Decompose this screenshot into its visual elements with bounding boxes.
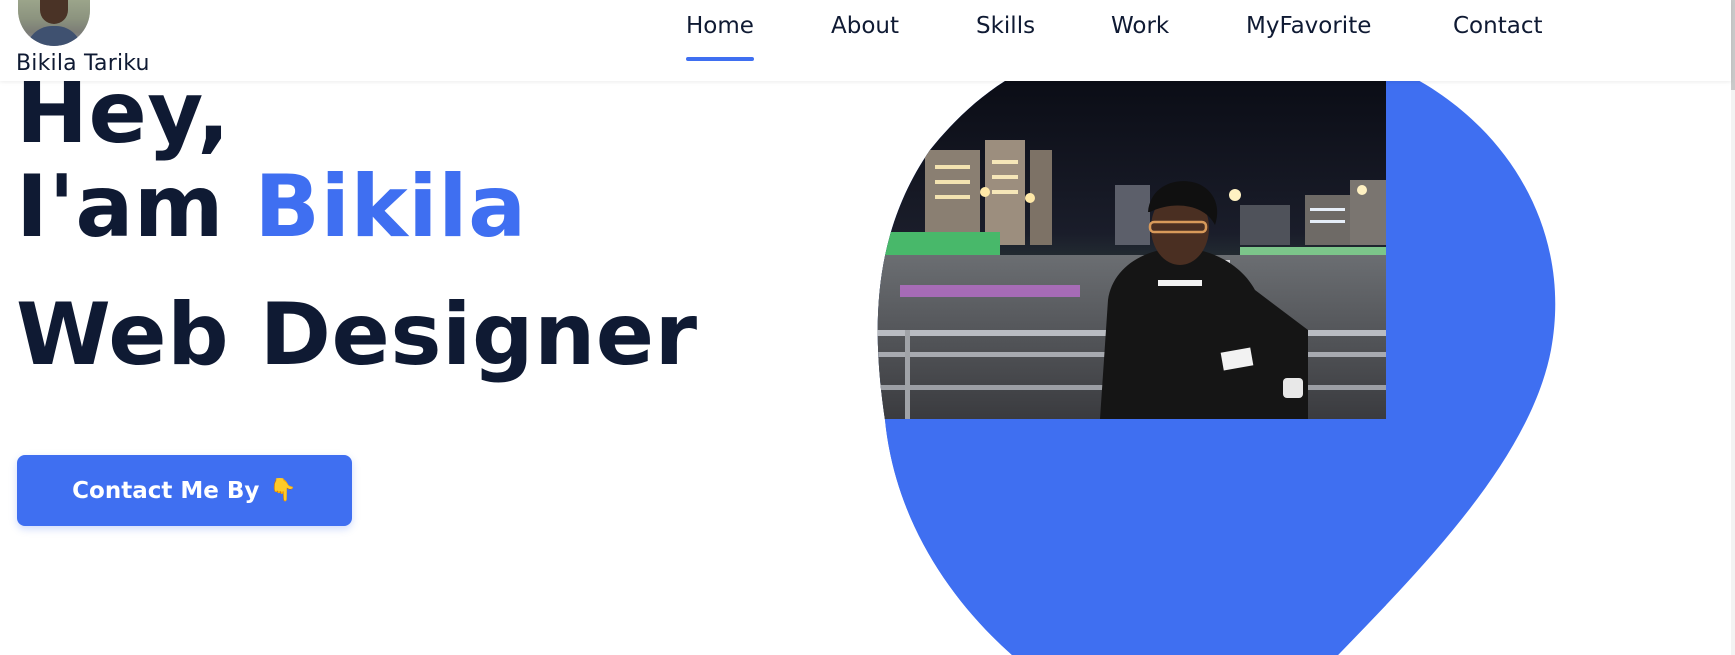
avatar bbox=[18, 0, 90, 46]
profile-photo bbox=[877, 81, 1386, 655]
hero-role: Web Designer bbox=[16, 285, 698, 385]
nav-item-about[interactable]: About bbox=[831, 13, 899, 49]
site-header: Bikila Tariku Home About Skills Work MyF… bbox=[0, 0, 1731, 81]
nav-item-skills[interactable]: Skills bbox=[976, 13, 1035, 49]
nav-item-work[interactable]: Work bbox=[1111, 13, 1169, 49]
hero-greeting: Hey, bbox=[16, 63, 231, 163]
nav-item-contact[interactable]: Contact bbox=[1453, 13, 1542, 49]
hero-intro: I'am Bikila bbox=[16, 164, 527, 250]
hero-intro-prefix: I'am bbox=[16, 157, 255, 257]
nav-item-myfavorite[interactable]: MyFavorite bbox=[1246, 13, 1371, 49]
page: Hey, I'am Bikila Web Designer Contact Me… bbox=[0, 0, 1735, 655]
hero-intro-name: Bikila bbox=[254, 157, 527, 257]
brand-name: Bikila Tariku bbox=[16, 51, 150, 76]
nav-item-home[interactable]: Home bbox=[686, 13, 754, 61]
